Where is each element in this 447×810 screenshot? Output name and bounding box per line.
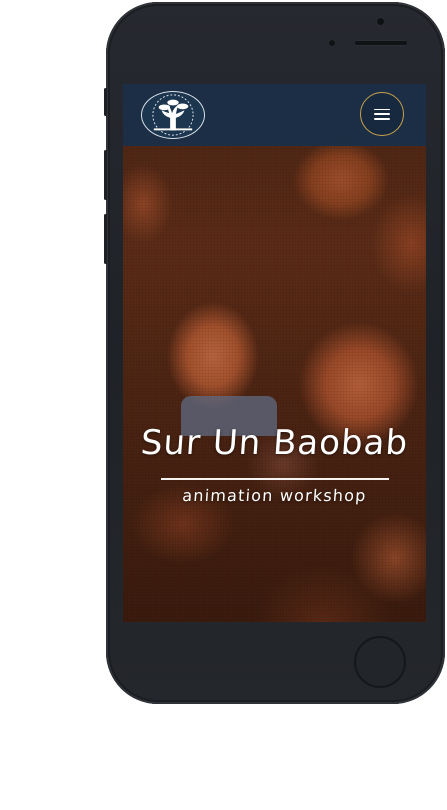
baobab-tree-icon — [152, 94, 194, 136]
baobab-logo-icon[interactable] — [141, 91, 205, 139]
home-button[interactable] — [354, 636, 406, 688]
mute-switch — [104, 88, 107, 116]
proximity-sensor — [328, 39, 336, 47]
earpiece-speaker — [354, 40, 408, 46]
hero-divider — [160, 478, 389, 480]
hamburger-line — [374, 117, 390, 120]
hamburger-icon — [374, 108, 390, 120]
menu-button[interactable] — [360, 92, 404, 136]
hero-subtitle: animation workshop — [181, 485, 368, 505]
hamburger-line — [374, 113, 390, 115]
site-header — [123, 84, 426, 146]
stage: Sur Un Baobab animation workshop — [0, 0, 447, 810]
phone-screen: Sur Un Baobab animation workshop — [123, 84, 426, 622]
volume-down-button — [104, 214, 107, 264]
volume-up-button — [104, 150, 107, 200]
hero-background-photo — [123, 84, 426, 622]
front-camera — [376, 17, 385, 26]
hero-text-block: Sur Un Baobab animation workshop — [123, 422, 426, 505]
hamburger-line — [374, 108, 390, 111]
hero-title: Sur Un Baobab — [139, 423, 410, 463]
